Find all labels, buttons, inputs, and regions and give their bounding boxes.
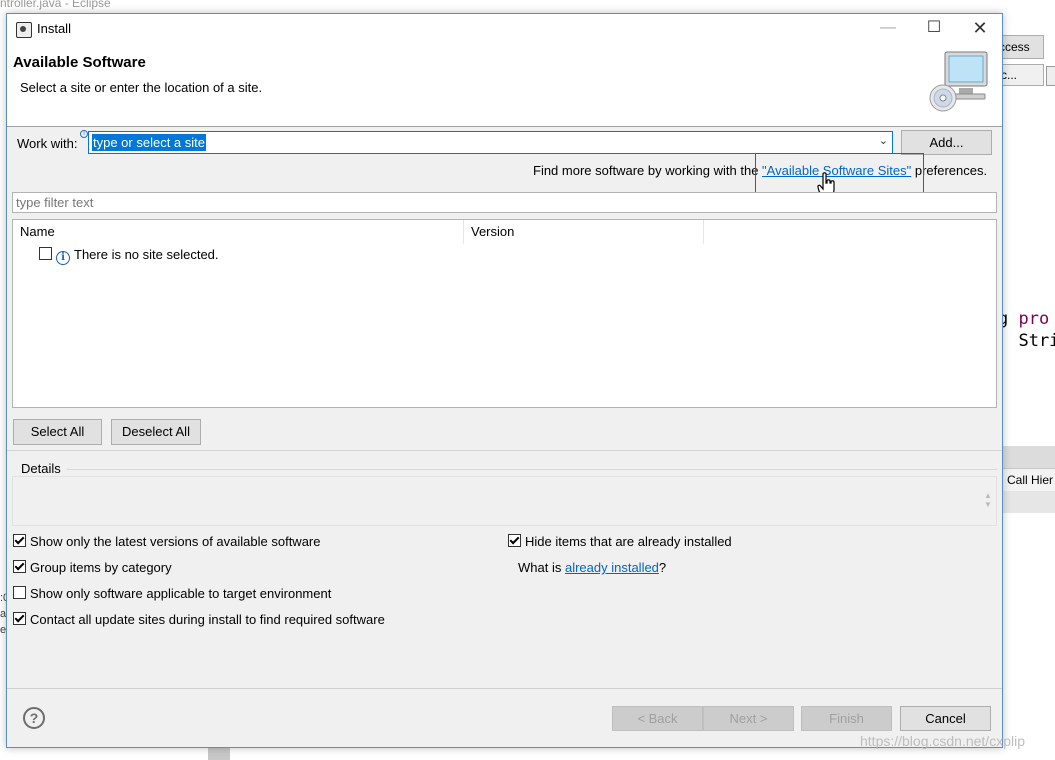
show-applicable-checkbox[interactable] <box>13 586 26 599</box>
hide-installed-label[interactable]: Hide items that are already installed <box>525 534 732 549</box>
minimize-button[interactable]: — <box>865 14 911 44</box>
content-assist-icon: i <box>80 130 88 138</box>
background-scrollbar <box>208 747 230 760</box>
eclipse-app-icon <box>16 22 32 38</box>
background-editor-area <box>1002 30 1055 760</box>
option-show-latest[interactable]: Show only the latest versions of availab… <box>13 534 321 549</box>
install-computer-icon <box>929 51 988 112</box>
group-by-category-checkbox[interactable] <box>13 560 26 573</box>
finish-button[interactable]: Finish <box>801 706 892 731</box>
next-button[interactable]: Next > <box>703 706 794 731</box>
hide-installed-checkbox[interactable] <box>508 534 521 547</box>
what-is-suffix: ? <box>658 560 667 575</box>
show-latest-checkbox[interactable] <box>13 534 26 547</box>
cancel-button[interactable]: Cancel <box>900 706 991 731</box>
background-panel <box>1002 491 1055 513</box>
option-contact-sites[interactable]: Contact all update sites during install … <box>13 612 385 627</box>
background-toolbar-button[interactable]: c... <box>1000 64 1044 86</box>
details-label: Details <box>21 461 61 476</box>
filter-input[interactable]: type filter text <box>12 192 997 213</box>
contact-sites-label[interactable]: Contact all update sites during install … <box>30 612 385 627</box>
option-show-applicable[interactable]: Show only software applicable to target … <box>13 586 331 601</box>
maximize-button[interactable]: ☐ <box>911 14 957 44</box>
details-text-area[interactable]: ▲ ▼ <box>12 476 997 526</box>
tree-row-checkbox[interactable] <box>39 247 52 260</box>
software-tree[interactable]: Name Version i There is no site selected. <box>12 219 997 408</box>
help-icon[interactable]: ? <box>23 707 45 729</box>
select-all-button[interactable]: Select All <box>13 419 102 445</box>
dialog-titlebar[interactable]: Install — ☐ ✕ <box>7 14 1002 44</box>
find-more-prefix: Find more software by working with the <box>533 163 763 178</box>
dialog-title: Install <box>37 21 71 36</box>
info-icon: i <box>56 251 70 265</box>
show-applicable-label[interactable]: Show only software applicable to target … <box>30 586 331 601</box>
column-header-version[interactable]: Version <box>464 220 704 244</box>
add-site-button[interactable]: Add... <box>901 130 992 155</box>
watermark-text: https://blog.csdn.net/cxplip <box>860 733 1025 749</box>
what-is-prefix: What is <box>518 560 565 575</box>
details-group-border <box>67 469 997 470</box>
code-fragment-2: Stri <box>998 331 1055 351</box>
group-by-category-label[interactable]: Group items by category <box>30 560 172 575</box>
details-scroll-arrows[interactable]: ▲ ▼ <box>984 491 992 509</box>
code-keyword: pro <box>1018 309 1050 329</box>
wizard-banner: Available Software Select a site or ente… <box>7 44 1002 127</box>
background-toolbar-icon <box>1046 66 1055 86</box>
page-description: Select a site or enter the location of a… <box>20 80 263 95</box>
tree-header: Name Version <box>13 220 996 244</box>
show-latest-label[interactable]: Show only the latest versions of availab… <box>30 534 321 549</box>
background-call-hierarchy-tab[interactable]: Call Hier <box>1002 468 1055 492</box>
work-with-selected-text[interactable]: type or select a site <box>92 134 206 151</box>
background-code: g pro Stri <box>998 308 1055 352</box>
page-title: Available Software <box>13 54 146 71</box>
background-strip <box>1002 446 1055 468</box>
sash-divider[interactable] <box>7 450 1002 451</box>
column-header-name[interactable]: Name <box>13 220 464 244</box>
option-hide-installed[interactable]: Hide items that are already installed <box>508 534 732 549</box>
install-dialog: Install — ☐ ✕ Available Software Select … <box>6 13 1003 748</box>
tree-row[interactable]: i There is no site selected. <box>39 247 219 265</box>
background-window-title: ntroller.java - Eclipse <box>0 0 111 10</box>
button-bar-divider <box>7 688 1002 689</box>
option-group-by-category[interactable]: Group items by category <box>13 560 172 575</box>
work-with-label: Work with: <box>17 136 78 151</box>
background-access-button[interactable]: ccess <box>1000 35 1044 59</box>
tree-row-text: There is no site selected. <box>74 247 219 262</box>
what-is-installed-text: What is already installed? <box>518 560 666 575</box>
contact-sites-checkbox[interactable] <box>13 612 26 625</box>
highlight-box <box>755 153 924 197</box>
chevron-down-icon[interactable]: ⌄ <box>879 134 888 147</box>
back-button[interactable]: < Back <box>612 706 703 731</box>
close-button[interactable]: ✕ <box>957 14 1003 44</box>
work-with-combo[interactable]: type or select a site ⌄ <box>88 131 893 154</box>
already-installed-link[interactable]: already installed <box>565 560 659 575</box>
deselect-all-button[interactable]: Deselect All <box>111 419 201 445</box>
